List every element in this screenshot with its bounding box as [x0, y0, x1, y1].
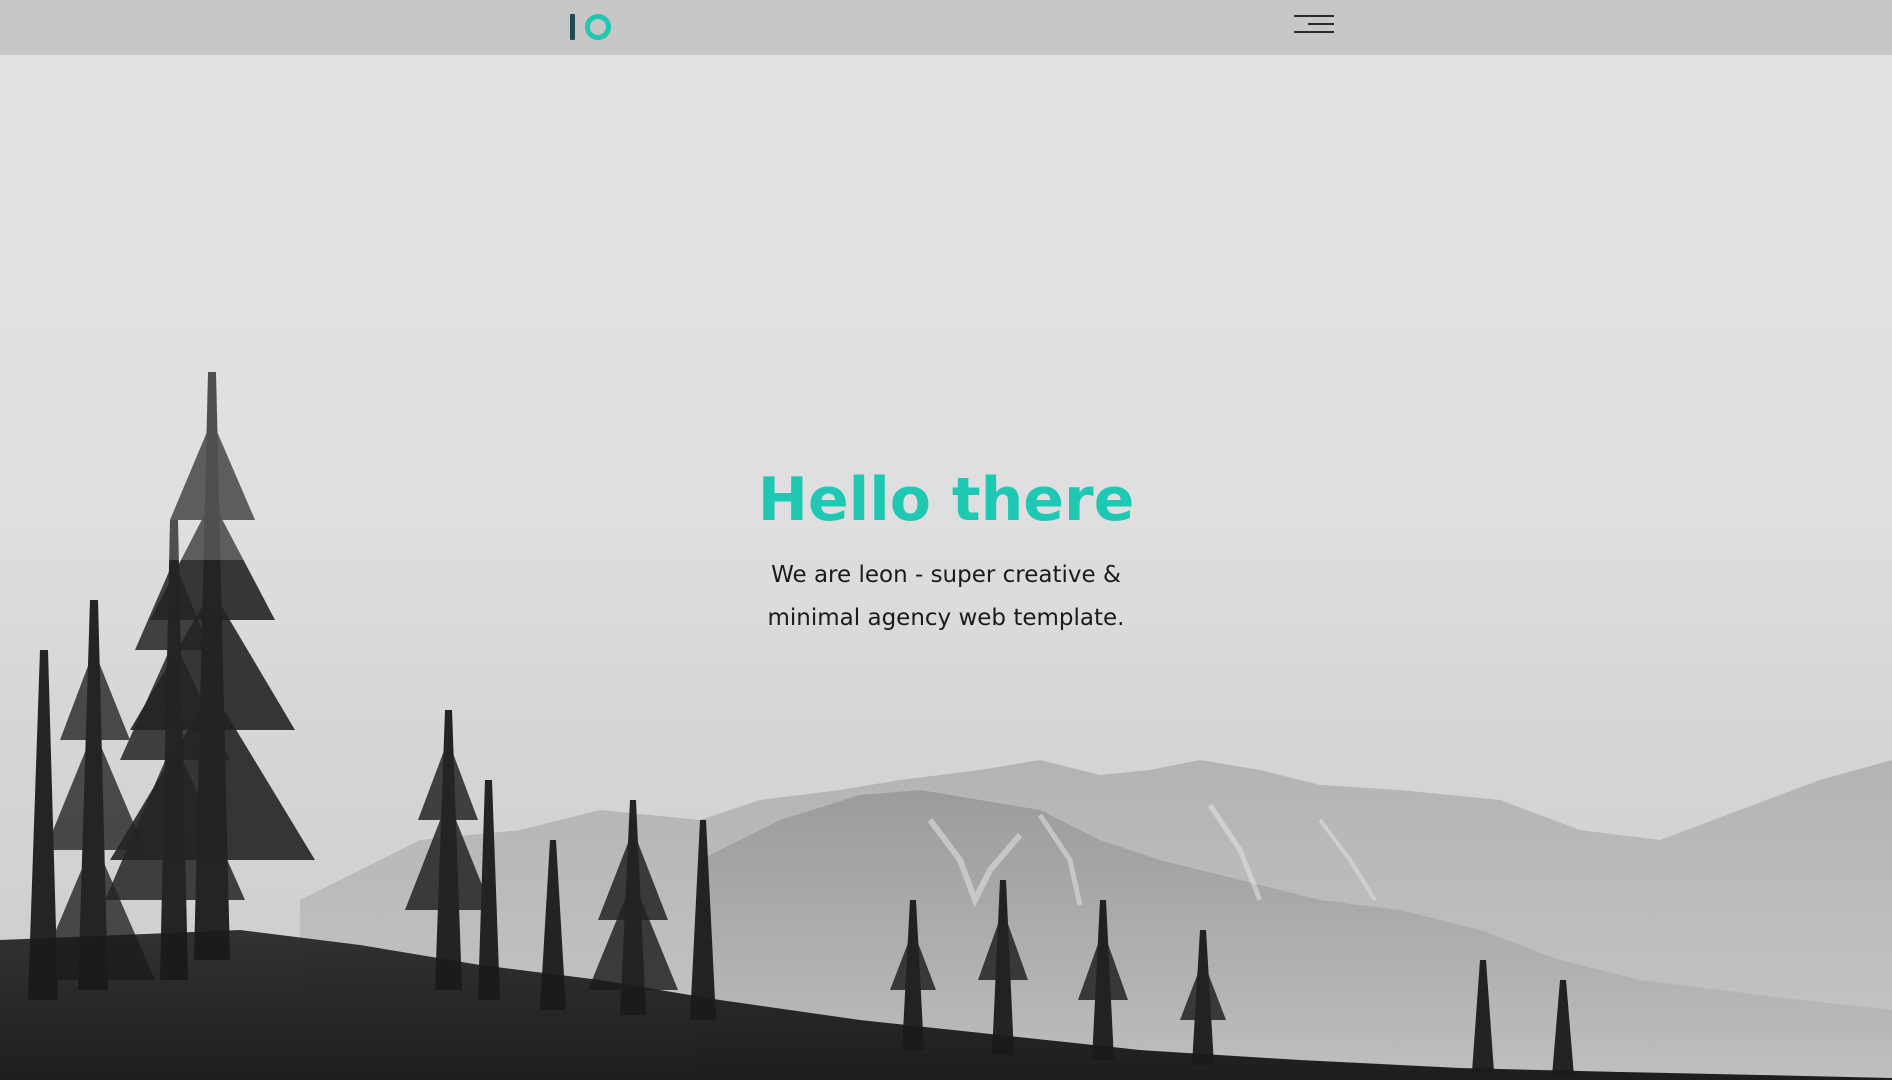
hamburger-menu-icon-line-bottom: [1294, 31, 1334, 33]
hero-subtitle: We are leon - super creative & minimal a…: [0, 554, 1892, 640]
hero-content: Hello there We are leon - super creative…: [0, 464, 1892, 640]
page: leon Hello there We are leon - super cre…: [0, 0, 1892, 1080]
logo-bar-icon: [570, 14, 575, 40]
hamburger-menu-icon-line-top: [1294, 15, 1334, 17]
hero-title: Hello there: [757, 465, 1135, 535]
hamburger-menu-icon-line-middle: [1308, 23, 1334, 25]
site-logo-link[interactable]: leon: [570, 12, 611, 42]
top-navigation-bar: leon: [0, 0, 1892, 55]
logo-ring-icon: [585, 14, 611, 40]
hero-subtitle-line-1: We are leon - super creative &: [771, 562, 1121, 588]
hero-subtitle-line-2: minimal agency web template.: [767, 605, 1125, 631]
hamburger-menu-button[interactable]: [1292, 13, 1334, 37]
